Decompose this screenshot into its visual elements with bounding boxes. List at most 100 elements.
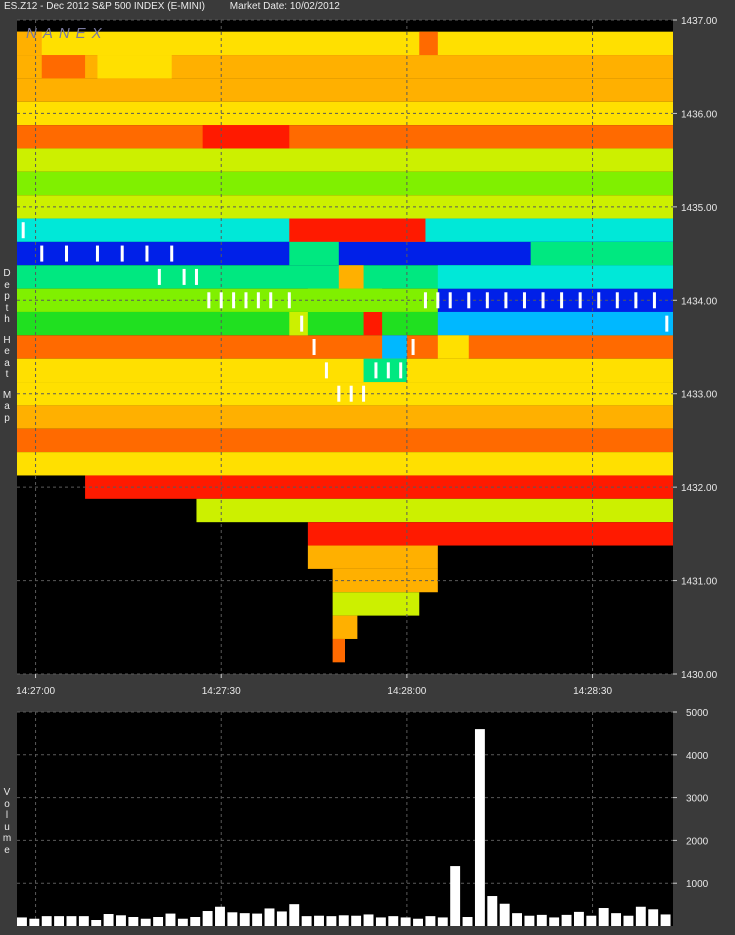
volume-bar bbox=[549, 917, 560, 926]
heatmap-cell bbox=[437, 311, 673, 336]
heatmap-cell bbox=[289, 241, 339, 266]
heatmap-cell bbox=[17, 335, 673, 359]
time-tick-label: 14:27:00 bbox=[16, 686, 55, 697]
heatmap-cell bbox=[419, 31, 438, 56]
volume-bar bbox=[338, 915, 349, 926]
trade-marker bbox=[312, 339, 316, 355]
trade-marker bbox=[95, 245, 99, 262]
volume-bar bbox=[573, 911, 584, 926]
heatmap-cell bbox=[202, 125, 290, 149]
volume-bar bbox=[289, 904, 300, 926]
trade-marker bbox=[362, 385, 366, 402]
volume-bar bbox=[450, 866, 461, 926]
heatmap-cell bbox=[17, 125, 673, 149]
price-tick-label: 1431.00 bbox=[681, 577, 718, 588]
heatmap-cell bbox=[97, 55, 172, 79]
trade-marker bbox=[120, 245, 124, 262]
volume-bar bbox=[128, 917, 139, 926]
volume-bar bbox=[512, 913, 522, 926]
heatmap-cell bbox=[17, 358, 673, 383]
trade-marker bbox=[256, 292, 260, 309]
trade-marker bbox=[207, 292, 211, 309]
trade-marker bbox=[194, 268, 198, 285]
trade-marker bbox=[386, 362, 390, 379]
volume-bar bbox=[190, 917, 201, 926]
trade-marker bbox=[423, 292, 427, 309]
volume-bar bbox=[264, 908, 275, 926]
trade-marker bbox=[652, 292, 656, 309]
trade-marker bbox=[615, 292, 619, 309]
trade-marker bbox=[597, 292, 601, 309]
trade-marker bbox=[269, 292, 273, 309]
trade-marker bbox=[349, 385, 353, 402]
heatmap-cell bbox=[17, 148, 673, 172]
trade-marker bbox=[65, 245, 69, 262]
heatmap-cell bbox=[307, 545, 438, 569]
heatmap-cell bbox=[338, 265, 364, 289]
trade-marker bbox=[665, 315, 669, 332]
trade-marker bbox=[374, 362, 378, 379]
heatmap-cell bbox=[17, 452, 673, 476]
volume-bar bbox=[239, 913, 250, 926]
trade-marker bbox=[448, 292, 452, 309]
volume-tick-label: 5000 bbox=[686, 708, 709, 719]
price-tick-label: 1433.00 bbox=[681, 390, 718, 401]
volume-bar bbox=[153, 917, 164, 926]
trade-marker bbox=[40, 245, 44, 262]
volume-bar bbox=[227, 912, 238, 926]
trade-marker bbox=[300, 315, 304, 332]
volume-bar bbox=[326, 916, 337, 926]
heatmap-cell bbox=[332, 638, 345, 663]
volume-tick-label: 1000 bbox=[686, 879, 709, 890]
volume-bar bbox=[215, 906, 225, 926]
heatmap-cell bbox=[437, 335, 469, 359]
trade-marker bbox=[182, 268, 186, 285]
trade-marker bbox=[324, 362, 328, 379]
volume-bar bbox=[462, 917, 473, 926]
volume-tick-label: 3000 bbox=[686, 794, 709, 805]
volume-bar bbox=[17, 917, 27, 926]
trade-marker bbox=[485, 292, 489, 309]
price-tick-label: 1432.00 bbox=[681, 483, 718, 494]
trade-marker bbox=[522, 292, 526, 309]
trade-marker bbox=[578, 292, 582, 309]
trade-marker bbox=[541, 292, 545, 309]
trade-marker bbox=[244, 292, 248, 309]
volume-bar bbox=[29, 918, 40, 926]
volume-bar bbox=[116, 915, 126, 926]
volume-plot-area bbox=[17, 712, 673, 926]
trade-marker bbox=[436, 292, 440, 309]
heatmap-cell bbox=[530, 241, 673, 266]
trade-marker bbox=[411, 339, 415, 355]
volume-bar bbox=[487, 896, 498, 926]
heatmap-cell bbox=[17, 78, 673, 102]
heatmap-cell bbox=[437, 265, 673, 289]
depth-heatmap-chart: NANEX 1437.00 1436.00 1435.00 1434.00 1433.00… bbox=[16, 16, 718, 926]
volume-bar bbox=[437, 917, 448, 926]
volume-bar bbox=[400, 917, 411, 926]
volume-bar bbox=[314, 915, 324, 926]
price-tick-label: 1437.00 bbox=[681, 16, 718, 27]
trade-marker bbox=[634, 292, 638, 309]
heatmap-cell bbox=[17, 31, 673, 56]
volume-bar bbox=[474, 729, 485, 926]
volume-bar bbox=[54, 916, 65, 926]
trade-marker bbox=[232, 292, 236, 309]
heatmap-cell bbox=[17, 171, 673, 196]
volume-bar bbox=[140, 918, 151, 926]
trade-marker bbox=[560, 292, 564, 309]
heatmap-cell bbox=[363, 311, 383, 336]
volume-bar bbox=[611, 913, 622, 926]
heatmap-cell bbox=[17, 428, 673, 453]
volume-tick-label: 4000 bbox=[686, 751, 709, 762]
heatmap-cell bbox=[382, 335, 407, 359]
price-tick-label: 1435.00 bbox=[681, 203, 718, 214]
heatmap-cell bbox=[332, 592, 420, 616]
volume-bar bbox=[586, 915, 597, 926]
volume-bar bbox=[536, 914, 547, 926]
trade-marker bbox=[467, 292, 471, 309]
heatmap-cell bbox=[307, 522, 673, 546]
volume-bar bbox=[388, 916, 399, 926]
heatmap-cell bbox=[289, 311, 308, 336]
volume-bar bbox=[413, 918, 423, 926]
